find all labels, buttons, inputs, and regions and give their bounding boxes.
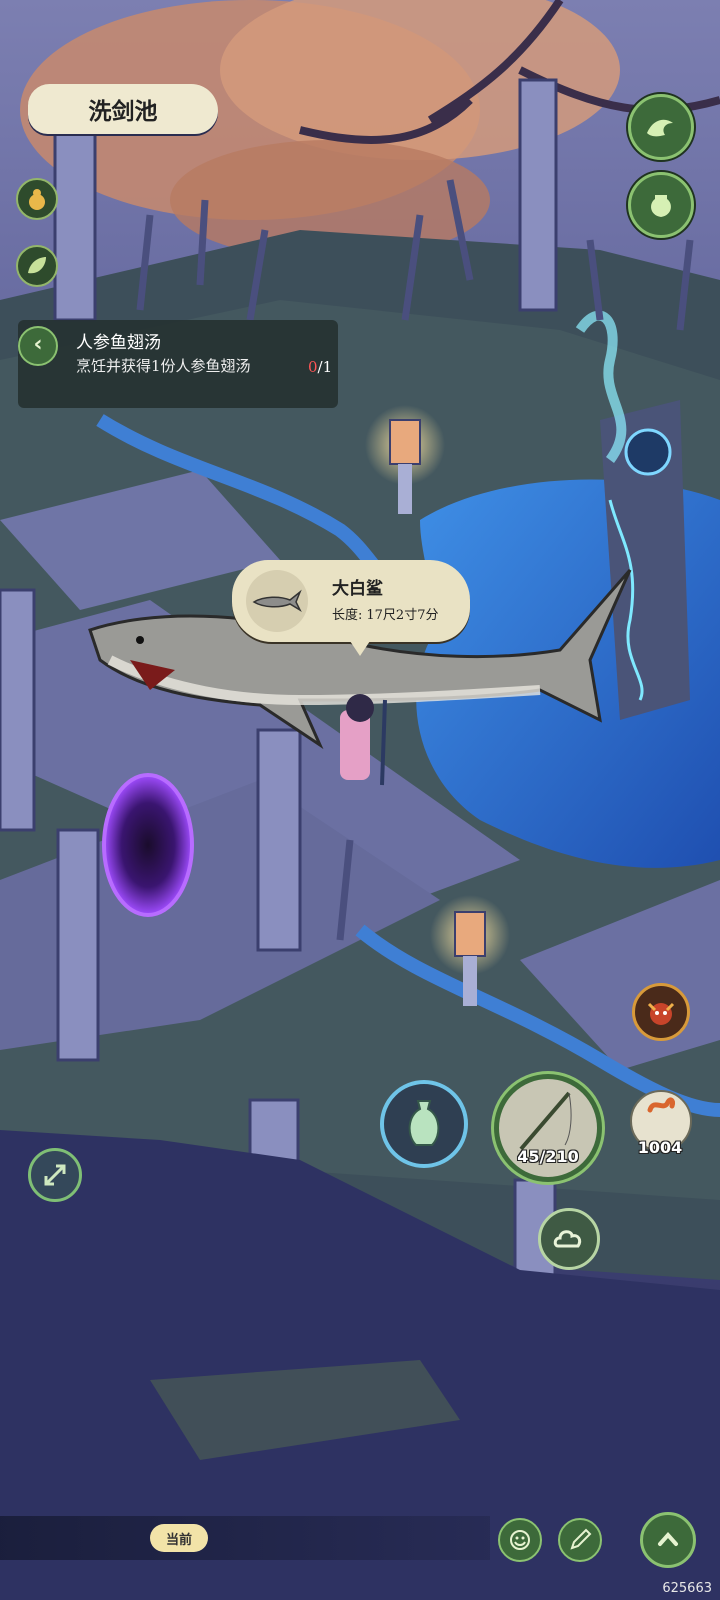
gourd-icon (29, 189, 45, 210)
jar-button[interactable] (628, 172, 694, 238)
emoji-icon (510, 1530, 530, 1550)
expand-icon (44, 1164, 66, 1186)
quest-progress: 0/1 (308, 358, 332, 376)
dark-portal (102, 773, 194, 917)
game-scene (0, 0, 720, 1600)
quest-title: 人参鱼翅汤 (76, 333, 161, 353)
chevron-left-icon: ‹ (33, 332, 43, 357)
chat-channel-label: 当前 (165, 1532, 192, 1548)
fish-thumbnail (246, 570, 308, 632)
watermark-id: 625663 (662, 1581, 712, 1596)
worm-bait-icon (647, 1097, 675, 1113)
popup-pointer (348, 638, 372, 656)
fish-length-label: 长度: (332, 608, 363, 623)
chat-channel-tab[interactable]: 当前 (150, 1524, 208, 1552)
demon-mask-icon (647, 1002, 675, 1025)
quest-progress-total: /1 (317, 358, 333, 376)
cloud-icon (553, 1230, 582, 1248)
vase-button[interactable] (380, 1080, 468, 1168)
cloud-button[interactable] (538, 1208, 600, 1270)
shark-icon (252, 589, 302, 612)
vase-icon (408, 1100, 440, 1146)
quest-panel[interactable]: ‹ 人参鱼翅汤 烹饪并获得1份人参鱼翅汤 0/1 (18, 320, 338, 408)
expand-menu-button[interactable] (640, 1512, 696, 1568)
demon-mask-button[interactable] (632, 983, 690, 1041)
wave-icon (647, 119, 673, 137)
jar-icon (651, 195, 671, 217)
fish-length-value: 17尺2寸7分 (366, 608, 439, 623)
location-name: 洗剑池 (88, 98, 158, 125)
write-button[interactable] (558, 1518, 602, 1562)
leaf-button[interactable] (16, 245, 58, 287)
catch-popup: 大白鲨 长度: 17尺2寸7分 (232, 560, 470, 656)
leaf-icon (28, 257, 46, 274)
stamina-counter: 45/210 (517, 1147, 579, 1166)
chevron-up-icon (658, 1531, 678, 1546)
chat-bar[interactable]: 当前 (0, 1516, 490, 1560)
fish-length: 长度: 17尺2寸7分 (332, 604, 438, 623)
emoji-button[interactable] (498, 1518, 542, 1562)
bait-count: 1004 (637, 1138, 683, 1157)
location-banner: 洗剑池 (28, 84, 218, 134)
pen-icon (570, 1528, 592, 1550)
fish-name: 大白鲨 (332, 579, 383, 599)
gourd-button[interactable] (16, 178, 58, 220)
collapse-quest-button[interactable]: ‹ (18, 326, 58, 366)
expand-view-button[interactable] (28, 1148, 82, 1202)
fishing-rod-icon (519, 1091, 572, 1151)
cast-rod-button[interactable]: 45/210 (494, 1074, 602, 1182)
quest-description: 烹饪并获得1份人参鱼翅汤 (76, 357, 251, 375)
wave-button[interactable] (628, 94, 694, 160)
quest-progress-current: 0 (308, 358, 318, 376)
